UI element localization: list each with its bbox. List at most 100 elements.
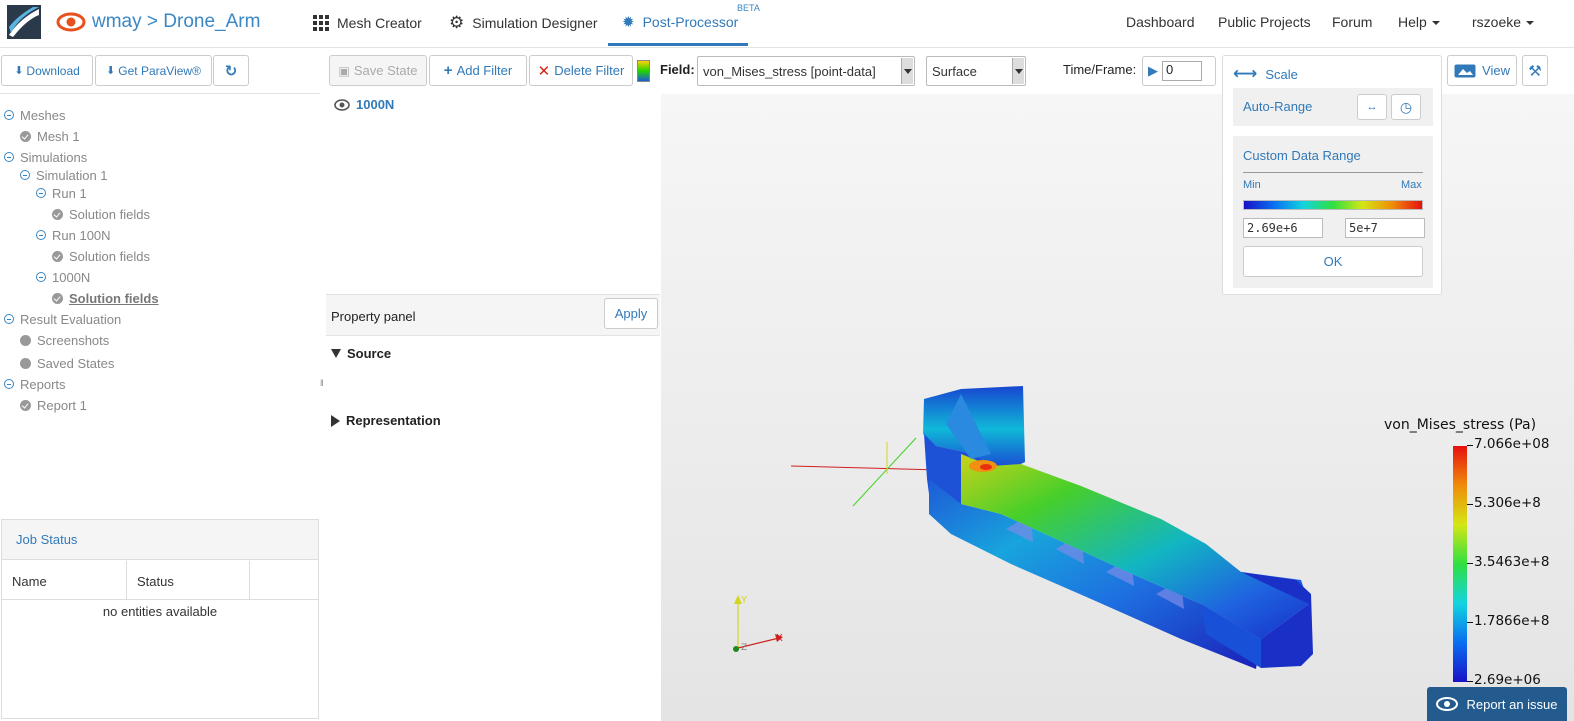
download-button[interactable]: ⬇ Download xyxy=(1,55,93,86)
public-project-eye-icon xyxy=(56,12,86,32)
column-header-name[interactable]: Name xyxy=(2,561,127,599)
tree-label: Meshes xyxy=(20,107,66,123)
pipeline-item-1000n[interactable]: 1000N xyxy=(334,97,394,112)
tree-label: Solution fields xyxy=(69,206,150,222)
apply-button[interactable]: Apply xyxy=(604,298,658,329)
nav-dashboard[interactable]: Dashboard xyxy=(1126,14,1195,30)
tree-run-100n[interactable]: Run 100N xyxy=(36,226,111,244)
refresh-button[interactable]: ↻ xyxy=(213,55,249,86)
custom-range-section: Custom Data Range Min Max 2.69e+6 5e+7 O… xyxy=(1233,136,1433,288)
tree-saved-states[interactable]: Saved States xyxy=(20,354,114,372)
report-issue-label: Report an issue xyxy=(1466,696,1558,712)
collapse-icon xyxy=(4,314,14,324)
project-breadcrumb[interactable]: wmay > Drone_Arm xyxy=(92,11,260,33)
delete-filter-button[interactable]: ✕ Delete Filter xyxy=(529,55,633,86)
collapse-icon xyxy=(36,230,46,240)
tree-label: Run 100N xyxy=(52,227,111,243)
time-frame-control: ▶ 0 xyxy=(1142,56,1216,86)
gears-icon: ⚙ xyxy=(449,13,465,32)
tree-run-1-solution-fields[interactable]: Solution fields xyxy=(52,205,150,223)
time-frame-label: Time/Frame: xyxy=(1063,62,1137,77)
tab-simulation-designer[interactable]: ⚙ Simulation Designer xyxy=(449,0,598,46)
legend-tick-label: 7.066e+08 xyxy=(1474,436,1550,452)
column-header-status[interactable]: Status xyxy=(127,561,250,599)
legend-tick-mark xyxy=(1467,681,1473,682)
scale-title: Scale xyxy=(1265,66,1298,82)
nav-public-projects[interactable]: Public Projects xyxy=(1218,14,1311,30)
eye-visibility-icon[interactable] xyxy=(334,98,350,111)
tree-screenshots[interactable]: Screenshots xyxy=(20,331,109,349)
download-label: Download xyxy=(26,63,80,78)
job-status-title: Job Status xyxy=(2,520,318,560)
nav-help-dropdown[interactable]: Help xyxy=(1398,14,1440,30)
beta-badge: BETA xyxy=(737,3,760,13)
representation-section-toggle[interactable]: Representation xyxy=(331,413,441,428)
tree-label: Report 1 xyxy=(37,397,87,413)
divider xyxy=(0,93,320,94)
chevron-down-icon xyxy=(1526,21,1535,26)
color-map-icon[interactable] xyxy=(637,60,650,82)
tree-meshes[interactable]: Meshes xyxy=(4,106,66,124)
collapse-icon xyxy=(36,188,46,198)
auto-range-time-button[interactable]: ◷ xyxy=(1391,94,1421,120)
tree-result-evaluation[interactable]: Result Evaluation xyxy=(4,310,121,328)
report-issue-button[interactable]: Report an issue xyxy=(1427,687,1567,721)
tree-label: Simulations xyxy=(20,149,88,165)
tree-run-1000n-solution-fields[interactable]: Solution fields xyxy=(52,289,159,307)
section-label: Representation xyxy=(346,413,441,428)
legend-color-bar xyxy=(1453,446,1467,682)
view-label: View xyxy=(1482,63,1510,78)
tab-mesh-creator[interactable]: Mesh Creator xyxy=(313,0,422,46)
auto-range-data-button[interactable]: ↔ xyxy=(1357,94,1387,120)
tree-label: Run 1 xyxy=(52,185,87,201)
field-label: Field: xyxy=(660,62,695,77)
play-icon[interactable]: ▶ xyxy=(1148,63,1158,79)
empty-state-text: no entities available xyxy=(102,604,218,619)
tree-run-100n-solution-fields[interactable]: Solution fields xyxy=(52,247,150,265)
representation-select[interactable]: Surface xyxy=(926,56,1026,86)
refresh-icon: ↻ xyxy=(224,62,238,80)
axis-y-label: Y xyxy=(740,595,748,606)
custom-range-label: Custom Data Range xyxy=(1243,148,1361,163)
nav-user-dropdown[interactable]: rszoeke xyxy=(1472,14,1535,30)
tree-simulation-1[interactable]: Simulation 1 xyxy=(20,166,108,184)
nav-forum[interactable]: Forum xyxy=(1332,14,1372,30)
panel-splitter-handle[interactable]: ‖ xyxy=(320,378,324,388)
save-state-button[interactable]: ▣ Save State xyxy=(329,55,427,86)
triangle-down-icon xyxy=(331,349,341,358)
chevron-down-icon xyxy=(1012,58,1024,84)
tree-label: Saved States xyxy=(37,355,115,371)
legend-title: von_Mises_stress (Pa) xyxy=(1384,417,1537,433)
tree-run-1[interactable]: Run 1 xyxy=(36,184,87,202)
tree-report-1[interactable]: Report 1 xyxy=(20,396,87,414)
circle-icon xyxy=(20,357,31,369)
legend-tick-label: 5.306e+8 xyxy=(1474,495,1541,511)
view-button[interactable]: View xyxy=(1447,55,1517,86)
simscale-logo[interactable] xyxy=(7,5,41,39)
max-value-input[interactable]: 5e+7 xyxy=(1345,218,1425,238)
property-panel-title: Property panel xyxy=(331,309,416,324)
field-select[interactable]: von_Mises_stress [point-data] xyxy=(697,56,915,86)
legend-tick-label: 2.69e+06 xyxy=(1474,672,1541,688)
get-paraview-button[interactable]: ⬇ Get ParaView® xyxy=(95,55,212,86)
add-filter-button[interactable]: + Add Filter xyxy=(429,55,527,86)
arrows-horizontal-icon: ↔ xyxy=(1366,101,1378,113)
source-section-toggle[interactable]: Source xyxy=(331,346,391,361)
collapse-icon xyxy=(4,152,14,162)
close-icon: ✕ xyxy=(537,62,551,80)
tree-reports[interactable]: Reports xyxy=(4,375,66,393)
ok-button[interactable]: OK xyxy=(1243,246,1423,277)
scale-panel-header[interactable]: ⟷ Scale xyxy=(1233,64,1298,84)
tree-simulations[interactable]: Simulations xyxy=(4,148,87,166)
tree-run-1000n[interactable]: 1000N xyxy=(36,268,90,286)
min-value-input[interactable]: 2.69e+6 xyxy=(1243,218,1323,238)
tab-post-processor[interactable]: ✹ Post-Processor xyxy=(608,0,748,46)
legend-tick-label: 3.5463e+8 xyxy=(1474,554,1550,570)
tree-mesh-1[interactable]: Mesh 1 xyxy=(20,127,80,145)
tree-label: Mesh 1 xyxy=(37,128,80,144)
table-header-row: Name Status xyxy=(2,561,318,600)
time-frame-input[interactable]: 0 xyxy=(1162,61,1202,81)
clock-icon: ◷ xyxy=(1399,98,1413,115)
tree-label: Solution fields xyxy=(69,290,159,306)
probe-tool-button[interactable]: ⚒ xyxy=(1522,55,1548,86)
